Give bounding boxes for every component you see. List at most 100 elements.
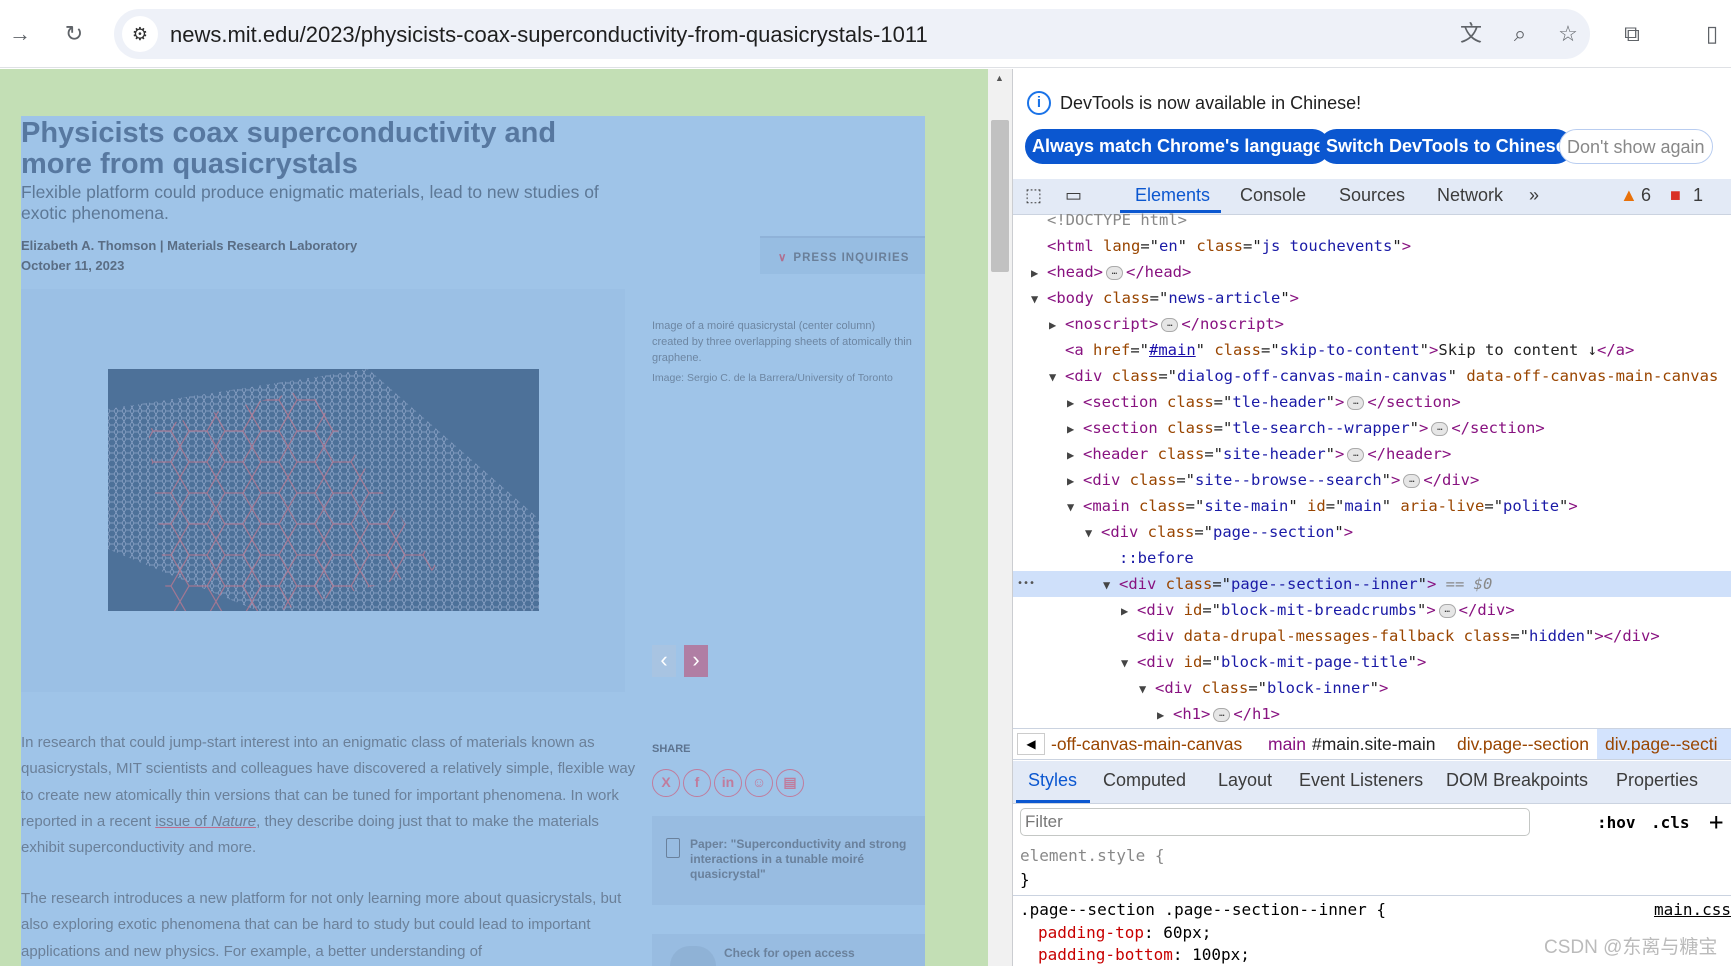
article-author[interactable]: Elizabeth A. Thomson | Materials Researc… [21, 238, 357, 253]
tab-layout[interactable]: Layout [1218, 770, 1272, 791]
open-access-box[interactable]: Check for open access [652, 934, 925, 966]
side-panel-icon[interactable]: ▯ [1698, 20, 1726, 48]
expanded-triangle-icon[interactable]: ▼ [1031, 286, 1047, 312]
collapsed-triangle-icon[interactable]: ▶ [1031, 260, 1047, 286]
dom-node-row[interactable]: ▼ <main class="site-main" id="main" aria-… [1013, 493, 1731, 519]
expanded-triangle-icon[interactable]: ▼ [1085, 520, 1101, 546]
tab-dom-breakpoints[interactable]: DOM Breakpoints [1446, 770, 1588, 791]
dom-node-row[interactable]: ▶ <header class="site-header">… </header> [1013, 441, 1731, 467]
expanded-triangle-icon[interactable]: ▼ [1103, 572, 1119, 598]
dom-tree[interactable]: <!DOCTYPE html> <html lang="en" class="js… [1013, 211, 1731, 727]
element-style-selector[interactable]: element.style { [1020, 846, 1165, 865]
crumb-item[interactable]: div.page--section [1457, 734, 1589, 755]
new-rule-icon[interactable]: + [1709, 809, 1723, 835]
tab-sources[interactable]: Sources [1339, 185, 1405, 206]
paper-link-box[interactable]: Paper: "Superconductivity and strong int… [652, 816, 925, 905]
extensions-icon[interactable]: ⧉ [1618, 20, 1646, 48]
print-icon[interactable]: ▤ [776, 769, 804, 797]
css-property[interactable]: padding-bottom: 100px; [1038, 945, 1250, 964]
dom-node-row[interactable]: ▶ <section class="tle-search--wrapper">… <… [1013, 415, 1731, 441]
tab-elements[interactable]: Elements [1135, 185, 1210, 206]
hover-state-toggle[interactable]: :hov [1597, 813, 1636, 832]
more-tabs-icon[interactable]: » [1529, 185, 1539, 206]
inspect-element-icon[interactable]: ⬚ [1025, 185, 1042, 206]
crumb-item[interactable]: main [1268, 734, 1306, 755]
node-actions-icon[interactable]: ••• [1017, 571, 1035, 597]
expand-ellipsis-icon[interactable]: … [1161, 317, 1179, 332]
forward-icon[interactable]: → [6, 20, 34, 48]
translate-icon[interactable]: 文 [1457, 20, 1485, 48]
expand-ellipsis-icon[interactable]: … [1347, 395, 1365, 410]
collapsed-triangle-icon[interactable]: ▶ [1157, 702, 1173, 728]
switch-to-chinese-button[interactable]: Switch DevTools to Chinese [1319, 129, 1573, 164]
dom-token[interactable]: #main [1149, 341, 1196, 359]
dont-show-again-button[interactable]: Don't show again [1559, 129, 1713, 164]
dom-node-row[interactable]: ▼ <body class="news-article"> [1013, 285, 1731, 311]
crumb-item-suffix[interactable]: #main.site-main [1312, 734, 1436, 755]
reddit-icon[interactable]: ☺ [745, 769, 773, 797]
expanded-triangle-icon[interactable]: ▼ [1121, 650, 1137, 676]
dom-node-row[interactable]: <!DOCTYPE html> [1013, 207, 1731, 233]
tab-properties[interactable]: Properties [1616, 770, 1698, 791]
collapsed-triangle-icon[interactable]: ▶ [1067, 416, 1083, 442]
device-toolbar-icon[interactable]: ▭ [1065, 185, 1082, 206]
url-text[interactable]: news.mit.edu/2023/physicists-coax-superc… [170, 22, 928, 48]
dom-node-row[interactable]: ▼ <div id="block-mit-page-title"> [1013, 649, 1731, 675]
zoom-icon[interactable]: ⌕ [1506, 20, 1534, 48]
rule-source-link[interactable]: main.css [1654, 900, 1731, 919]
tab-event-listeners[interactable]: Event Listeners [1299, 770, 1423, 791]
dom-node-row[interactable]: <html lang="en" class="js touchevents"> [1013, 233, 1731, 259]
expanded-triangle-icon[interactable]: ▼ [1049, 364, 1065, 390]
tab-network[interactable]: Network [1437, 185, 1503, 206]
always-match-language-button[interactable]: Always match Chrome's language [1025, 129, 1331, 164]
collapsed-triangle-icon[interactable]: ▶ [1067, 390, 1083, 416]
nature-link[interactable]: issue of Nature [155, 813, 256, 830]
paper-link-text[interactable]: Paper: "Superconductivity and strong int… [690, 837, 910, 882]
dom-node-row[interactable]: ▶ <noscript>… </noscript> [1013, 311, 1731, 337]
expanded-triangle-icon[interactable]: ▼ [1139, 676, 1155, 702]
dom-node-row[interactable]: ▼ <div class="block-inner"> [1013, 675, 1731, 701]
collapsed-triangle-icon[interactable]: ▶ [1067, 468, 1083, 494]
scrollbar-thumb[interactable] [991, 120, 1009, 272]
tab-computed[interactable]: Computed [1103, 770, 1186, 791]
address-bar[interactable]: ⚙ news.mit.edu/2023/physicists-coax-supe… [114, 9, 1590, 59]
expand-ellipsis-icon[interactable]: … [1438, 603, 1456, 618]
bookmark-star-icon[interactable]: ☆ [1554, 20, 1582, 48]
open-access-text[interactable]: Check for open access [724, 946, 855, 960]
dom-node-row[interactable]: ▶ <div id="block-mit-breadcrumbs">… </div> [1013, 597, 1731, 623]
dom-node-row[interactable]: ▶ <section class="tle-header">… </section> [1013, 389, 1731, 415]
press-inquiries-button[interactable]: ∨ PRESS INQUIRIES [760, 236, 925, 274]
crumb-item[interactable]: -off-canvas-main-canvas [1051, 734, 1242, 755]
expand-ellipsis-icon[interactable]: … [1431, 421, 1449, 436]
dom-node-row[interactable]: ▶ <h1>… </h1> [1013, 701, 1731, 727]
tab-styles[interactable]: Styles [1028, 770, 1077, 791]
carousel-prev-button[interactable]: ‹ [652, 645, 676, 677]
expanded-triangle-icon[interactable]: ▼ [1067, 494, 1083, 520]
crumb-item-selected[interactable]: div.page--secti [1597, 729, 1731, 759]
expand-ellipsis-icon[interactable]: … [1106, 265, 1123, 280]
warning-icon[interactable]: ▲ [1620, 185, 1638, 206]
expand-ellipsis-icon[interactable]: … [1213, 707, 1231, 722]
site-settings-icon[interactable]: ⚙ [122, 16, 158, 52]
error-count[interactable]: 1 [1693, 185, 1703, 206]
tab-console[interactable]: Console [1240, 185, 1306, 206]
dom-node-row[interactable]: ▶ <div class="site--browse--search">… </di… [1013, 467, 1731, 493]
rule-selector[interactable]: .page--section .page--section--inner { [1020, 900, 1386, 919]
collapsed-triangle-icon[interactable]: ▶ [1121, 598, 1137, 624]
dom-node-row[interactable]: ▶ <head>… </head> [1013, 259, 1731, 285]
scroll-up-icon[interactable]: ▲ [995, 73, 1004, 83]
collapsed-triangle-icon[interactable]: ▶ [1049, 312, 1065, 338]
collapsed-triangle-icon[interactable]: ▶ [1067, 442, 1083, 468]
class-toggle[interactable]: .cls [1651, 813, 1690, 832]
css-property[interactable]: padding-top: 60px; [1038, 923, 1211, 942]
crumb-scroll-left-icon[interactable]: ◀ [1017, 733, 1045, 755]
linkedin-icon[interactable]: in [714, 769, 742, 797]
expand-ellipsis-icon[interactable]: … [1347, 447, 1365, 462]
facebook-icon[interactable]: f [683, 769, 711, 797]
x-twitter-icon[interactable]: X [652, 769, 680, 797]
error-icon[interactable]: ■ [1670, 185, 1681, 206]
dom-node-row[interactable]: ••• ▼ <div class="page--section--inner"> =… [1013, 571, 1731, 597]
dom-node-row[interactable]: <div data-drupal-messages-fallback class… [1013, 623, 1731, 649]
dom-node-row[interactable]: ▼ <div class="page--section"> [1013, 519, 1731, 545]
styles-filter-input[interactable]: Filter [1020, 808, 1530, 836]
